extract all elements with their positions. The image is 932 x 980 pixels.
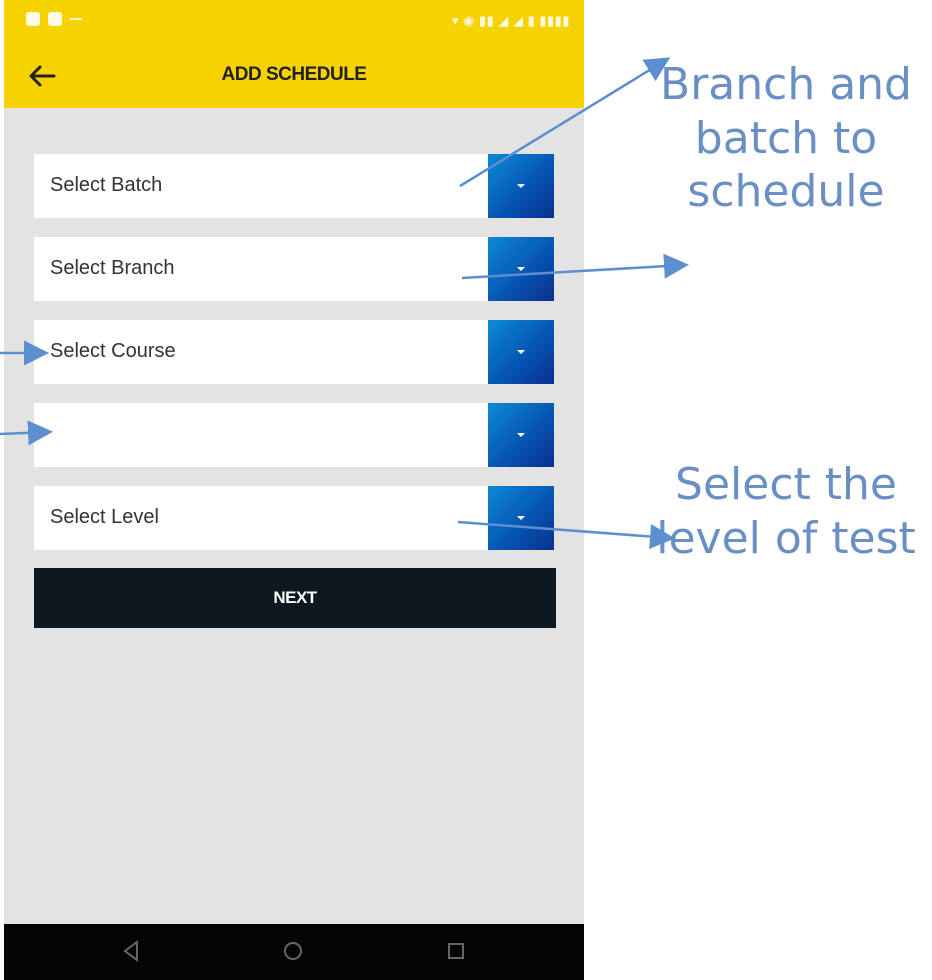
nav-home-icon[interactable] [282,940,304,962]
caret-down-icon [517,516,525,520]
select-course-dropdown[interactable]: Select Course [34,320,554,384]
nav-back-icon[interactable] [122,940,140,962]
select-branch-label: Select Branch [50,257,175,279]
caret-down-icon [517,350,525,354]
select-batch-label: Select Batch [50,174,163,196]
notification-icon [26,12,40,26]
annotation-line: batch to [694,112,878,164]
annotation-line: level of test [656,512,916,564]
android-nav-bar [4,924,584,980]
annotation-line: Select the [675,459,897,510]
status-bar: ▾ ◉ ▮▮ ◢ ◢ ▮ ▮▮▮▮ [4,0,584,44]
select-batch-toggle[interactable] [488,154,554,218]
select-course-label: Select Course [50,340,176,362]
caret-down-icon [517,184,525,188]
select-level-dropdown[interactable]: Select Level [34,486,554,550]
annotation-line: schedule [687,166,885,218]
fourth-dropdown-toggle[interactable] [488,403,554,467]
status-icons: ▾ ◉ ▮▮ ◢ ◢ ▮ ▮▮▮▮ [451,13,570,28]
nav-recents-icon[interactable] [446,940,466,962]
select-branch-dropdown[interactable]: Select Branch [34,237,554,301]
select-level-toggle[interactable] [488,486,554,550]
annotation-level: Select the level of test [640,458,932,565]
annotation-branch-batch: Branch and batch to schedule [640,58,932,219]
caret-down-icon [517,433,525,437]
select-batch-dropdown[interactable]: Select Batch [34,154,554,218]
select-level-label: Select Level [50,506,159,528]
fourth-dropdown[interactable] [34,403,554,467]
select-branch-toggle[interactable] [488,237,554,301]
page-title: ADD SCHEDULE [221,64,367,85]
select-course-toggle[interactable] [488,320,554,384]
next-button[interactable]: NEXT [34,568,556,628]
caret-down-icon [517,267,525,271]
more-notifications-icon [70,18,82,20]
phone-screen: ▾ ◉ ▮▮ ◢ ◢ ▮ ▮▮▮▮ ADD SCHEDULE Select Ba… [4,0,584,980]
app-toolbar: ADD SCHEDULE [4,44,584,108]
app-notification-icon [48,12,62,26]
annotation-line: Branch and [660,59,912,110]
